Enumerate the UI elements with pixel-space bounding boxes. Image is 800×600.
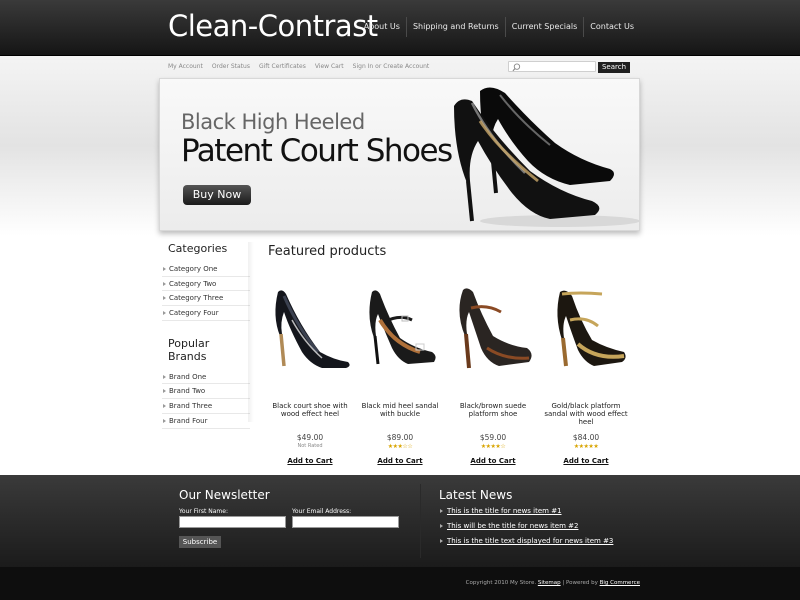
buy-now-button[interactable]: Buy Now [183, 185, 251, 205]
brand-item[interactable]: Brand Two [162, 384, 250, 400]
product-card: Black mid heel sandal with buckle $89.00… [354, 286, 446, 468]
brands-list: Brand One Brand Two Brand Three Brand Fo… [162, 370, 250, 429]
nav-about-us[interactable]: About Us [358, 17, 406, 37]
bigcommerce-link[interactable]: Big Commerce [600, 580, 640, 586]
news-item[interactable]: This is the title text displayed for new… [440, 537, 613, 552]
subscribe-button[interactable]: Subscribe [179, 536, 221, 548]
category-item[interactable]: Category Two [162, 277, 250, 292]
banner-subtitle: Black High Heeled [181, 110, 365, 134]
categories-title: Categories [168, 242, 228, 255]
promo-banner[interactable]: Black High Heeled Patent Court Shoes Buy… [159, 78, 640, 231]
footer-divider [420, 484, 421, 558]
copyright: Copyright 2010 My Store. Sitemap | Power… [466, 580, 640, 586]
category-item[interactable]: Category One [162, 262, 250, 277]
sidebar: Categories Category One Category Two Cat… [162, 242, 250, 445]
product-price: $59.00 [479, 433, 507, 442]
copyright-text: Copyright 2010 My Store. [465, 580, 537, 586]
product-image[interactable] [354, 286, 446, 371]
news-item[interactable]: This is the title for news item #1 [440, 507, 613, 522]
product-card: Black/brown suede platform shoe $59.00 ★… [447, 286, 539, 468]
brand-item[interactable]: Brand One [162, 370, 250, 385]
product-stars: ★★★☆☆ [354, 442, 446, 450]
search-input[interactable] [523, 62, 595, 71]
category-item[interactable]: Category Three [162, 291, 250, 307]
product-rating-text: Not Rated [297, 443, 323, 449]
banner-title: Patent Court Shoes [181, 133, 453, 169]
powered-by-text: | Powered by [562, 580, 598, 586]
news-item[interactable]: This will be the title for news item #2 [440, 522, 613, 537]
search-icon [512, 63, 521, 72]
link-view-cart[interactable]: View Cart [315, 63, 344, 70]
top-nav: About Us Shipping and Returns Current Sp… [358, 17, 640, 37]
product-price: $89.00 [386, 433, 414, 442]
sitemap-link[interactable]: Sitemap [538, 580, 561, 586]
product-name[interactable]: Black court shoe with wood effect heel [264, 402, 356, 432]
search-box [508, 61, 596, 72]
add-to-cart-link[interactable]: Add to Cart [287, 457, 332, 465]
search-button[interactable]: Search [598, 62, 630, 73]
latest-news-title: Latest News [439, 488, 513, 502]
categories-list: Category One Category Two Category Three… [162, 262, 250, 321]
link-my-account[interactable]: My Account [168, 63, 203, 70]
news-list: This is the title for news item #1 This … [440, 507, 613, 552]
product-image[interactable] [540, 286, 632, 371]
add-to-cart-link[interactable]: Add to Cart [563, 457, 608, 465]
rating-stars: ★★★★☆ [480, 443, 506, 450]
product-name[interactable]: Black/brown suede platform shoe [447, 402, 539, 432]
brand-item[interactable]: Brand Four [162, 414, 250, 429]
sidebar-shadow [248, 242, 254, 422]
add-to-cart-link[interactable]: Add to Cart [470, 457, 515, 465]
hero-shoes-image [454, 87, 639, 227]
first-name-field[interactable] [179, 516, 286, 528]
category-item[interactable]: Category Four [162, 306, 250, 321]
product-name[interactable]: Gold/black platform sandal with wood eff… [540, 402, 632, 432]
product-price: $49.00 [296, 433, 324, 442]
newsletter-title: Our Newsletter [179, 488, 270, 502]
product-image[interactable] [447, 286, 539, 371]
email-label: Your Email Address: [292, 508, 352, 515]
account-links: My Account Order Status Gift Certificate… [168, 63, 429, 70]
first-name-label: Your First Name: [179, 508, 228, 515]
product-stars: ★★★★★ [540, 442, 632, 450]
site-logo[interactable]: Clean-Contrast [168, 9, 378, 43]
nav-current-specials[interactable]: Current Specials [504, 17, 584, 37]
brand-item[interactable]: Brand Three [162, 399, 250, 414]
product-stars: ★★★★☆ [447, 442, 539, 450]
link-order-status[interactable]: Order Status [212, 63, 250, 70]
nav-shipping-returns[interactable]: Shipping and Returns [405, 17, 505, 37]
product-card: Gold/black platform sandal with wood eff… [540, 286, 632, 468]
link-gift-certificates[interactable]: Gift Certificates [259, 63, 306, 70]
product-price: $84.00 [572, 433, 600, 442]
link-sign-in[interactable]: Sign In or Create Account [353, 63, 430, 70]
product-image[interactable] [264, 286, 356, 371]
product-card: Black court shoe with wood effect heel $… [264, 286, 356, 468]
add-to-cart-link[interactable]: Add to Cart [377, 457, 422, 465]
email-field[interactable] [292, 516, 399, 528]
featured-title: Featured products [268, 244, 387, 259]
bottom-bar [0, 567, 800, 600]
brands-title: Popular Brands [168, 336, 210, 363]
nav-contact-us[interactable]: Contact Us [583, 17, 640, 37]
rating-stars: ★★★★★ [573, 443, 599, 450]
site-header: Clean-Contrast About Us Shipping and Ret… [0, 0, 800, 56]
footer [0, 475, 800, 567]
rating-stars: ★★★☆☆ [387, 443, 413, 450]
product-name[interactable]: Black mid heel sandal with buckle [354, 402, 446, 432]
